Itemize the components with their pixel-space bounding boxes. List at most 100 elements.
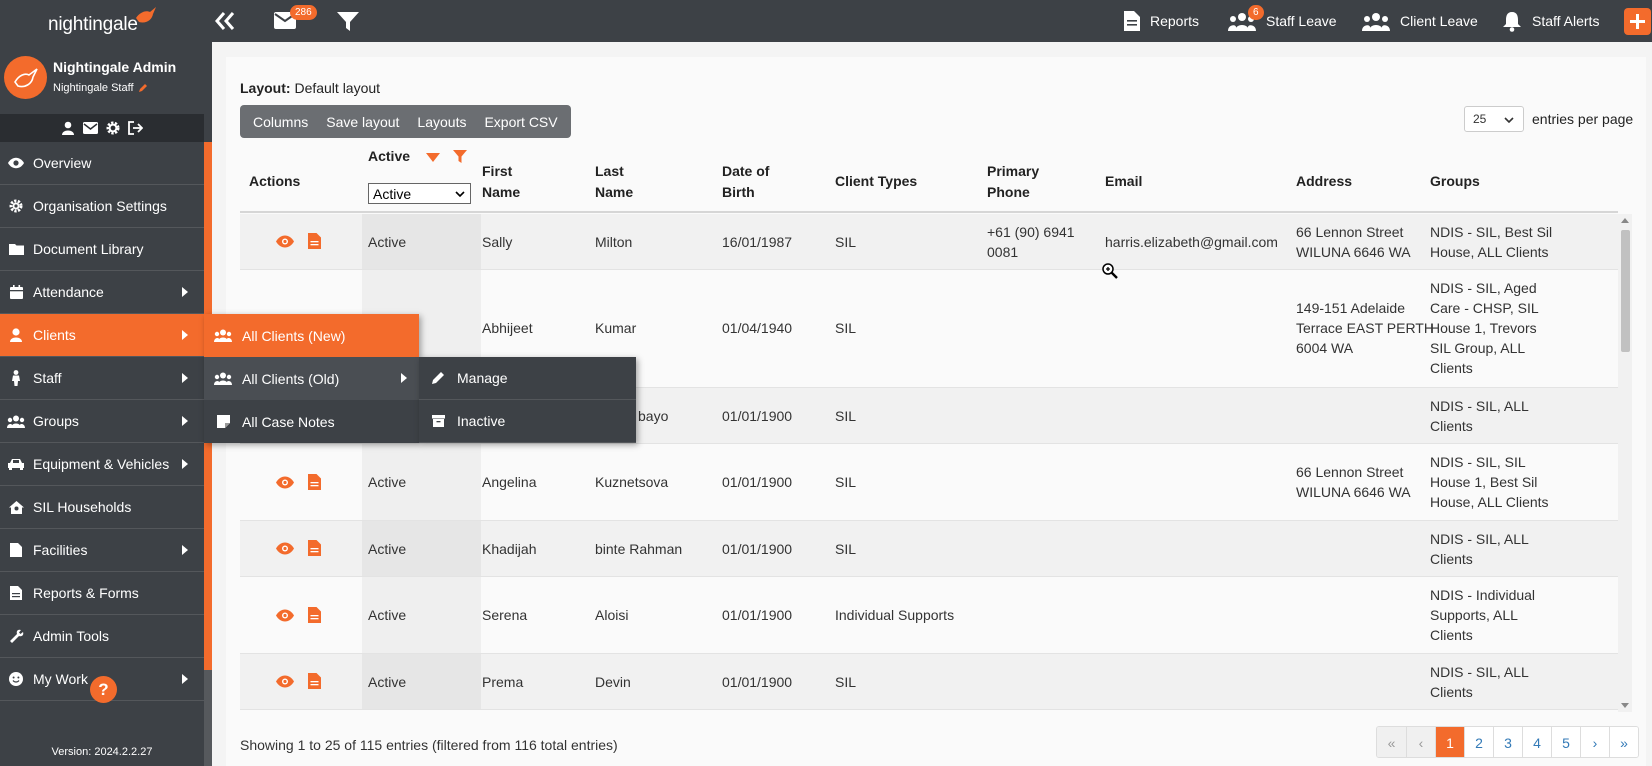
page-first-button[interactable]: « — [1377, 727, 1406, 757]
pencil-icon[interactable] — [138, 83, 148, 93]
caret-right-icon — [182, 373, 188, 383]
cell-address-line3: 6004 WA — [1296, 340, 1354, 356]
view-eye-icon[interactable] — [276, 235, 294, 248]
view-eye-icon[interactable] — [276, 609, 294, 622]
sidebar-item-label: SIL Households — [33, 499, 132, 515]
collapse-sidebar-icon[interactable] — [214, 11, 236, 31]
view-eye-icon[interactable] — [276, 542, 294, 555]
column-filter-icon[interactable] — [453, 150, 467, 163]
sidebar-item-overview[interactable]: Overview — [0, 142, 204, 185]
active-filter-select[interactable]: Active — [368, 183, 471, 204]
page-button-2[interactable]: 2 — [1464, 727, 1493, 757]
sidebar-item-attendance[interactable]: Attendance — [0, 271, 204, 314]
cell-address: 66 Lennon Street WILUNA 6646 WA — [1296, 222, 1411, 262]
sort-desc-icon[interactable] — [426, 153, 440, 162]
case-note-file-icon[interactable] — [308, 607, 321, 623]
view-eye-icon[interactable] — [276, 476, 294, 489]
header-address[interactable]: Address — [1296, 171, 1352, 192]
scroll-down-icon[interactable] — [1621, 703, 1629, 708]
menu-item-all-clients-new[interactable]: All Clients (New) — [204, 314, 419, 357]
header-groups[interactable]: Groups — [1430, 171, 1480, 192]
staff-leave-link[interactable]: Staff Leave — [1228, 0, 1337, 42]
layout-label-value: Default layout — [294, 80, 381, 96]
cell-groups-line2: Clients — [1430, 418, 1473, 434]
staff-alerts-link[interactable]: Staff Alerts — [1502, 0, 1599, 42]
users-icon — [214, 329, 232, 342]
header-dob[interactable]: Date of Birth — [722, 161, 769, 203]
profile-mail-icon[interactable] — [83, 122, 98, 134]
table-scroll-thumb[interactable] — [1621, 230, 1630, 352]
table-row[interactable]: Active Khadijah binte Rahman 01/01/1900 … — [240, 521, 1618, 577]
view-eye-icon[interactable] — [276, 675, 294, 688]
profile-settings-icon[interactable] — [106, 121, 120, 135]
filter-icon[interactable] — [337, 12, 359, 32]
page-button-5[interactable]: 5 — [1551, 727, 1580, 757]
cell-address-line2: WILUNA 6646 WA — [1296, 244, 1411, 260]
layouts-button[interactable]: Layouts — [408, 105, 475, 138]
columns-button[interactable]: Columns — [244, 105, 317, 138]
page-last-button[interactable]: » — [1609, 727, 1638, 757]
header-last-name[interactable]: Last Name — [595, 161, 633, 203]
case-note-file-icon[interactable] — [308, 540, 321, 556]
header-email[interactable]: Email — [1105, 171, 1142, 192]
scroll-up-icon[interactable] — [1621, 218, 1629, 223]
header-first-name[interactable]: First Name — [482, 161, 520, 203]
cell-groups-line1: NDIS - SIL, Best Sil — [1430, 224, 1553, 240]
sidebar-item-equipment-vehicles[interactable]: Equipment & Vehicles — [0, 443, 204, 486]
add-button[interactable] — [1624, 8, 1651, 35]
entries-per-page-select[interactable]: 25 — [1464, 106, 1524, 132]
sidebar-item-sil-households[interactable]: SIL Households — [0, 486, 204, 529]
menu-item-label: Manage — [457, 370, 508, 386]
table-row[interactable]: Active Sally Milton 16/01/1987 SIL +61 (… — [240, 214, 1618, 270]
header-client-types[interactable]: Client Types — [835, 171, 917, 192]
logo[interactable]: nightingale — [48, 7, 158, 36]
menu-item-manage[interactable]: Manage — [419, 357, 636, 400]
menu-item-inactive[interactable]: Inactive — [419, 400, 636, 443]
person-icon — [7, 370, 25, 386]
cell-client-types: SIL — [835, 474, 857, 490]
page-button-3[interactable]: 3 — [1493, 727, 1522, 757]
header-primary-phone[interactable]: Primary Phone — [987, 161, 1039, 203]
sidebar-item-reports-forms[interactable]: Reports & Forms — [0, 572, 204, 615]
cell-dob: 01/01/1900 — [722, 474, 793, 490]
sidebar-item-groups[interactable]: Groups — [0, 400, 204, 443]
cell-groups: NDIS - SIL, ALL Clients — [1430, 529, 1529, 569]
table-row[interactable]: Active Prema Devin 01/01/1900 SIL NDIS -… — [240, 654, 1618, 710]
page-button-1[interactable]: 1 — [1435, 727, 1464, 757]
plus-icon — [1630, 14, 1645, 29]
cell-first-name: Khadijah — [482, 541, 537, 557]
profile-actions — [0, 114, 204, 142]
client-leave-link[interactable]: Client Leave — [1362, 0, 1478, 42]
page-next-button[interactable]: › — [1580, 727, 1609, 757]
help-button[interactable]: ? — [90, 676, 117, 703]
profile-user-icon[interactable] — [61, 121, 75, 135]
row-actions — [276, 233, 321, 249]
page-prev-button[interactable]: ‹ — [1406, 727, 1435, 757]
case-note-file-icon[interactable] — [308, 233, 321, 249]
table-row[interactable]: Active Angelina Kuznetsova 01/01/1900 SI… — [240, 444, 1618, 521]
sidebar-item-facilities[interactable]: Facilities — [0, 529, 204, 572]
sidebar-item-document-library[interactable]: Document Library — [0, 228, 204, 271]
caret-right-icon — [182, 330, 188, 340]
menu-item-all-clients-old[interactable]: All Clients (Old) — [204, 357, 419, 400]
cell-client-types: SIL — [835, 541, 857, 557]
sidebar-item-clients[interactable]: Clients — [0, 314, 204, 357]
reports-link[interactable]: Reports — [1124, 0, 1199, 42]
save-layout-button[interactable]: Save layout — [317, 105, 408, 138]
avatar[interactable] — [4, 56, 47, 99]
page-button-4[interactable]: 4 — [1522, 727, 1551, 757]
header-active[interactable]: Active — [368, 146, 410, 167]
menu-item-label: All Case Notes — [242, 413, 335, 430]
sidebar-item-staff[interactable]: Staff — [0, 357, 204, 400]
sidebar-item-admin-tools[interactable]: Admin Tools — [0, 615, 204, 658]
sidebar-item-organisation-settings[interactable]: Organisation Settings — [0, 185, 204, 228]
case-note-file-icon[interactable] — [308, 673, 321, 689]
menu-item-all-case-notes[interactable]: All Case Notes — [204, 400, 419, 443]
logout-icon[interactable] — [128, 121, 143, 135]
cell-status: Active — [368, 474, 407, 490]
export-csv-button[interactable]: Export CSV — [475, 105, 566, 138]
table-row[interactable]: Active Serena Aloisi 01/01/1900 Individu… — [240, 577, 1618, 654]
cell-last-name: bayo — [638, 408, 669, 424]
sidebar-scroll-track[interactable] — [204, 670, 212, 766]
case-note-file-icon[interactable] — [308, 474, 321, 490]
